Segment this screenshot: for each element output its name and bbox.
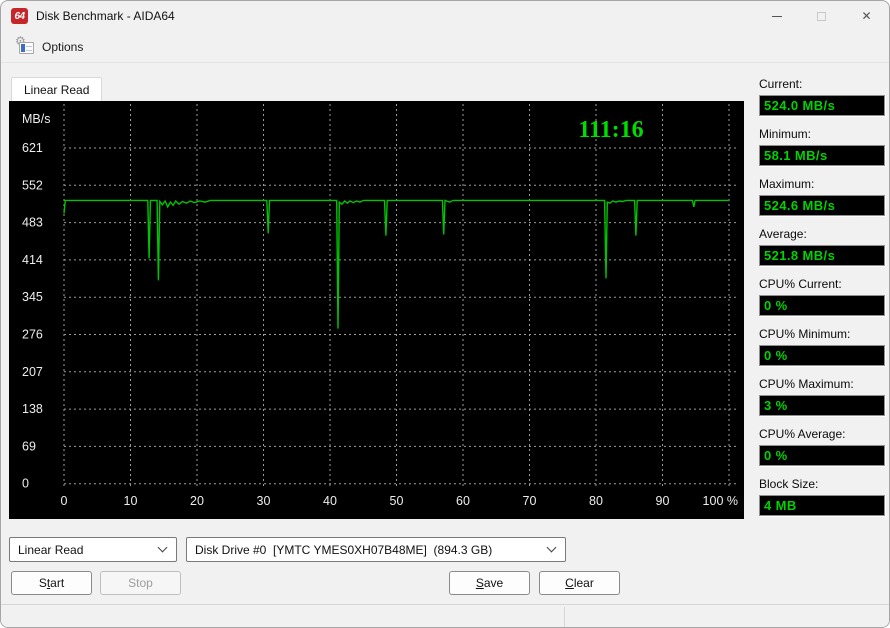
stat-label: CPU% Minimum: — [759, 327, 851, 341]
svg-text:414: 414 — [22, 253, 43, 267]
minimize-button[interactable] — [754, 1, 799, 31]
minimize-icon — [771, 15, 782, 17]
stats-panel: Current: 524.0 MB/s Minimum: 58.1 MB/s M… — [759, 77, 885, 527]
stat-cpu-maximum: CPU% Maximum: 3 % — [759, 377, 885, 416]
stat-label: CPU% Current: — [759, 277, 842, 291]
stat-value: 0 % — [759, 345, 885, 366]
stat-label: CPU% Average: — [759, 427, 846, 441]
stat-value: 4 MB — [759, 495, 885, 516]
stat-label: Maximum: — [759, 177, 815, 191]
svg-text:552: 552 — [22, 178, 43, 192]
disk-benchmark-window: 64 Disk Benchmark - AIDA64 ✕ ⚙ Options L… — [0, 0, 890, 628]
title-bar: 64 Disk Benchmark - AIDA64 ✕ — [1, 1, 889, 31]
svg-text:MB/s: MB/s — [22, 112, 50, 126]
svg-text:276: 276 — [22, 328, 43, 342]
stat-cpu-average: CPU% Average: 0 % — [759, 427, 885, 466]
svg-text:0: 0 — [22, 477, 29, 491]
stat-value: 58.1 MB/s — [759, 145, 885, 166]
chevron-down-icon — [157, 542, 168, 553]
disk-drive-value: Disk Drive #0 [YMTC YMES0XH07B48ME] (894… — [195, 542, 493, 557]
stat-value: 0 % — [759, 445, 885, 466]
stat-cpu-current: CPU% Current: 0 % — [759, 277, 885, 316]
stat-average: Average: 521.8 MB/s — [759, 227, 885, 266]
svg-text:0: 0 — [61, 494, 68, 508]
svg-text:111:16: 111:16 — [578, 117, 643, 143]
save-button[interactable]: Save — [449, 571, 530, 595]
svg-text:60: 60 — [456, 494, 470, 508]
stat-label: Minimum: — [759, 127, 812, 141]
svg-text:20: 20 — [190, 494, 204, 508]
aida64-app-icon: 64 — [11, 8, 28, 24]
window-controls: ✕ — [754, 1, 889, 31]
stat-value: 524.0 MB/s — [759, 95, 885, 116]
stat-label: Block Size: — [759, 477, 819, 491]
close-icon: ✕ — [861, 9, 872, 23]
svg-text:70: 70 — [523, 494, 537, 508]
disk-drive-select[interactable]: Disk Drive #0 [YMTC YMES0XH07B48ME] (894… — [186, 537, 566, 562]
stop-button: Stop — [100, 571, 181, 595]
svg-text:50: 50 — [390, 494, 404, 508]
clear-button[interactable]: Clear — [539, 571, 620, 595]
maximize-icon — [817, 11, 826, 21]
benchmark-type-select[interactable]: Linear Read — [9, 537, 177, 562]
stat-value: 0 % — [759, 295, 885, 316]
tab-linear-read[interactable]: Linear Read — [11, 77, 103, 101]
stat-current: Current: 524.0 MB/s — [759, 77, 885, 116]
svg-text:80: 80 — [589, 494, 603, 508]
close-button[interactable]: ✕ — [844, 1, 889, 31]
svg-text:40: 40 — [323, 494, 337, 508]
status-bar-divider — [564, 607, 565, 627]
svg-text:69: 69 — [22, 439, 36, 453]
menu-item-options[interactable]: ⚙ Options — [7, 33, 93, 61]
chevron-down-icon — [546, 542, 557, 553]
window-title: Disk Benchmark - AIDA64 — [36, 9, 175, 23]
stat-block-size: Block Size: 4 MB — [759, 477, 885, 516]
tab-label: Linear Read — [24, 82, 90, 97]
svg-text:483: 483 — [22, 216, 43, 230]
stat-label: CPU% Maximum: — [759, 377, 854, 391]
svg-text:100 %: 100 % — [703, 494, 738, 508]
stat-label: Average: — [759, 227, 807, 241]
stat-maximum: Maximum: 524.6 MB/s — [759, 177, 885, 216]
options-icon: ⚙ — [15, 34, 35, 56]
options-label: Options — [42, 39, 84, 54]
svg-text:138: 138 — [22, 402, 43, 416]
svg-text:10: 10 — [124, 494, 138, 508]
status-bar — [1, 604, 889, 627]
stat-cpu-minimum: CPU% Minimum: 0 % — [759, 327, 885, 366]
svg-text:345: 345 — [22, 290, 43, 304]
benchmark-type-value: Linear Read — [18, 542, 84, 557]
stat-minimum: Minimum: 58.1 MB/s — [759, 127, 885, 166]
stat-value: 524.6 MB/s — [759, 195, 885, 216]
stat-label: Current: — [759, 77, 803, 91]
stat-value: 3 % — [759, 395, 885, 416]
stat-value: 521.8 MB/s — [759, 245, 885, 266]
svg-text:621: 621 — [22, 141, 43, 155]
menu-bar: ⚙ Options — [1, 31, 889, 63]
svg-text:30: 30 — [257, 494, 271, 508]
svg-text:207: 207 — [22, 365, 43, 379]
start-button[interactable]: Start — [11, 571, 92, 595]
maximize-button-disabled — [799, 1, 844, 31]
svg-text:90: 90 — [656, 494, 670, 508]
benchmark-chart: MB/s 621 552 483 414 345 276 207 138 69 0 0 10 20 30 40… — [9, 101, 744, 519]
